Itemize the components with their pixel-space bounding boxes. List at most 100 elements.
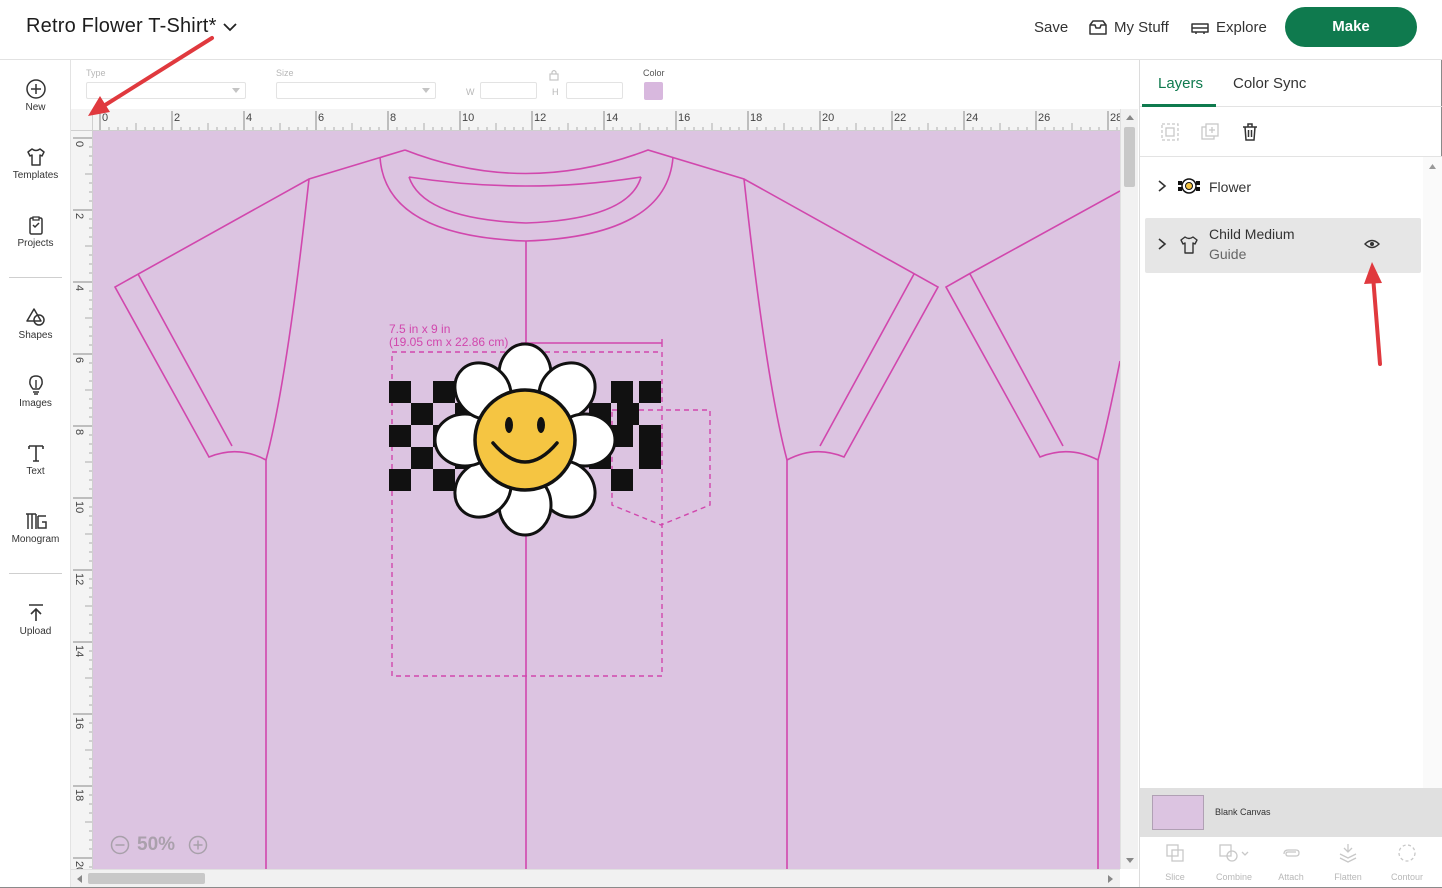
combine-icon (1219, 844, 1249, 862)
projects-tool[interactable]: Projects (0, 214, 71, 274)
chevron-right-icon[interactable] (1157, 180, 1167, 192)
tool-label: Shapes (18, 330, 53, 341)
dimension-line2: (19.05 cm x 22.86 cm) (389, 335, 508, 349)
new-tool[interactable]: New (0, 78, 71, 138)
layer-subtitle: Guide (1209, 246, 1247, 262)
ruler-left-label: 20 (73, 861, 85, 869)
templates-tool[interactable]: Templates (0, 146, 71, 206)
tab-color-sync[interactable]: Color Sync (1233, 75, 1306, 92)
slice-button[interactable]: Slice (1146, 842, 1204, 882)
ruler-left-ticks: 0 2 4 6 8 10 12 14 16 18 20 (73, 137, 92, 869)
ruler-top-label: 24 (966, 112, 978, 124)
canvas-color-swatch[interactable] (1152, 795, 1204, 830)
shapes-tool[interactable]: Shapes (0, 306, 71, 366)
height-label: H (552, 87, 559, 97)
save-button[interactable]: Save (1034, 19, 1068, 36)
vertical-scroll-thumb[interactable] (1124, 127, 1135, 187)
project-title[interactable]: Retro Flower T-Shirt* (26, 15, 217, 38)
scroll-left-icon[interactable] (75, 874, 83, 884)
ruler-left-label: 16 (73, 717, 85, 729)
monogram-tool[interactable]: Monogram (0, 510, 71, 570)
ruler-top-label: 26 (1038, 112, 1050, 124)
projects-icon (28, 216, 43, 235)
canvas-vertical-scrollbar[interactable] (1120, 109, 1138, 869)
design-canvas[interactable]: 7.5 in x 9 in (19.05 cm x 22.86 cm) (93, 131, 1120, 869)
text-icon (27, 445, 44, 462)
duplicate-icon[interactable] (1199, 121, 1221, 143)
attach-button[interactable]: Attach (1262, 842, 1320, 882)
upload-icon (28, 604, 43, 621)
zoom-control: 50% (110, 832, 210, 858)
chevron-right-icon[interactable] (1157, 238, 1167, 250)
contour-icon (1398, 844, 1416, 862)
paperclip-icon (1283, 849, 1300, 857)
monogram-icon (25, 513, 47, 529)
ruler-top-label: 2 (174, 112, 180, 124)
ruler-left-label: 0 (73, 141, 85, 147)
zoom-out-icon[interactable] (110, 835, 130, 855)
scroll-right-icon[interactable] (1107, 874, 1115, 884)
explore-button[interactable]: Explore (1216, 19, 1267, 36)
ruler-left-label: 14 (73, 645, 85, 657)
tshirt-icon (26, 148, 45, 166)
layer-row-flower[interactable]: Flower (1145, 166, 1421, 206)
zoom-in-icon[interactable] (188, 835, 208, 855)
width-label: W (466, 87, 475, 97)
blank-canvas-row[interactable]: Blank Canvas (1140, 788, 1442, 837)
scroll-up-icon[interactable] (1428, 163, 1437, 170)
scroll-up-icon[interactable] (1125, 113, 1135, 121)
color-swatch[interactable] (644, 82, 663, 100)
tool-label: Text (26, 466, 45, 477)
width-input[interactable] (480, 82, 537, 99)
type-select[interactable] (86, 82, 246, 99)
active-tab-indicator (1142, 104, 1216, 107)
mystuff-icon (1089, 20, 1107, 35)
scroll-down-icon[interactable] (1125, 857, 1135, 865)
text-tool[interactable]: Text (0, 442, 71, 502)
ruler-top-label: 0 (102, 112, 108, 124)
ruler-top-label: 22 (894, 112, 906, 124)
ruler-top-label: 8 (390, 112, 396, 124)
left-toolbar: New Templates Projects Shapes Images Tex… (0, 60, 71, 887)
size-select[interactable] (276, 82, 436, 99)
horizontal-scroll-thumb[interactable] (88, 873, 205, 884)
canvas-horizontal-scrollbar[interactable] (71, 869, 1120, 887)
tool-label: Images (19, 398, 52, 409)
tab-layers[interactable]: Layers (1158, 75, 1203, 92)
layer-row-child-medium[interactable]: Child Medium Guide (1145, 218, 1421, 273)
chevron-down-icon[interactable] (222, 20, 238, 34)
explore-icon (1191, 23, 1209, 34)
ruler-left-label: 6 (73, 357, 85, 363)
ruler-top-label: 10 (462, 112, 474, 124)
tool-label: Attach (1278, 872, 1304, 882)
lock-icon[interactable] (548, 68, 560, 81)
layer-name: Flower (1209, 179, 1252, 195)
flower-graphic[interactable] (389, 342, 661, 537)
combine-button[interactable]: Combine (1205, 842, 1263, 882)
make-button[interactable]: Make (1285, 7, 1417, 47)
ruler-top-label: 20 (822, 112, 834, 124)
tshirt-guide[interactable]: 7.5 in x 9 in (19.05 cm x 22.86 cm) (93, 131, 1120, 869)
contour-button[interactable]: Contour (1378, 842, 1436, 882)
layer-name: Child Medium (1209, 226, 1295, 242)
mystuff-button[interactable]: My Stuff (1114, 19, 1169, 36)
layer-actions-bar: Slice Combine Attach Flatten Contour (1140, 837, 1442, 887)
tool-label: Upload (19, 626, 52, 637)
tool-label: Templates (12, 170, 59, 181)
flatten-button[interactable]: Flatten (1319, 842, 1377, 882)
lightbulb-icon (28, 375, 43, 395)
panel-divider (1140, 156, 1442, 157)
tshirt-icon (1180, 236, 1198, 254)
images-tool[interactable]: Images (0, 374, 71, 434)
ruler-top-label: 12 (534, 112, 546, 124)
eye-icon[interactable] (1364, 238, 1380, 250)
trash-icon[interactable] (1239, 121, 1261, 143)
group-icon[interactable] (1159, 121, 1181, 143)
slice-icon (1166, 844, 1184, 862)
type-label: Type (86, 68, 106, 78)
tool-label: Monogram (11, 534, 60, 545)
layers-scrollbar[interactable] (1423, 157, 1442, 847)
upload-tool[interactable]: Upload (0, 602, 71, 662)
height-input[interactable] (566, 82, 623, 99)
shapes-icon (25, 308, 45, 326)
